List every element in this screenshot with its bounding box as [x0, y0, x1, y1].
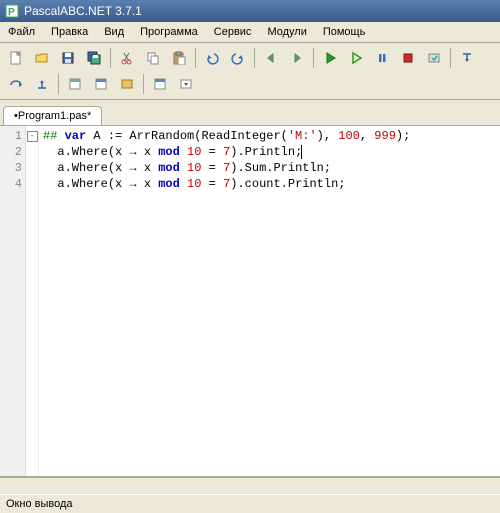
build-icon[interactable]: [115, 72, 139, 96]
save-all-icon[interactable]: [82, 46, 106, 70]
menu-bar: Файл Правка Вид Программа Сервис Модули …: [0, 22, 500, 43]
compile-icon[interactable]: [422, 46, 446, 70]
window2-icon[interactable]: [148, 72, 172, 96]
separator: [313, 48, 314, 68]
open-file-icon[interactable]: [30, 46, 54, 70]
line-gutter: 1 2 3 4: [0, 126, 26, 476]
separator: [143, 74, 144, 94]
separator: [450, 48, 451, 68]
step-into-icon[interactable]: [455, 46, 479, 70]
window-icon[interactable]: [89, 72, 113, 96]
copy-icon[interactable]: [141, 46, 165, 70]
horizontal-scrollbar[interactable]: [0, 477, 500, 494]
menu-edit[interactable]: Правка: [43, 23, 96, 41]
title-bar: P PascalABC.NET 3.7.1: [0, 0, 500, 22]
output-panel: Окно вывода M: 100 837 457 367 527 557 5…: [0, 494, 500, 513]
save-icon[interactable]: [56, 46, 80, 70]
fold-toggle-icon[interactable]: -: [27, 131, 38, 142]
code-line: a.Where(x → x mod 10 = 7).Println;: [43, 144, 496, 160]
output-header: Окно вывода: [0, 494, 500, 513]
menu-program[interactable]: Программа: [132, 23, 206, 41]
tab-bar: •Program1.pas*: [0, 100, 500, 126]
new-file-icon[interactable]: [4, 46, 28, 70]
menu-view[interactable]: Вид: [96, 23, 132, 41]
undo-icon[interactable]: [200, 46, 224, 70]
nav-forward-icon[interactable]: [285, 46, 309, 70]
document-tab[interactable]: •Program1.pas*: [3, 106, 102, 125]
step-out-icon[interactable]: [30, 72, 54, 96]
paste-icon[interactable]: [167, 46, 191, 70]
menu-help[interactable]: Помощь: [315, 23, 374, 41]
code-area[interactable]: ## var A := ArrRandom(ReadInteger('M:'),…: [39, 126, 500, 476]
nav-back-icon[interactable]: [259, 46, 283, 70]
line-number: 3: [0, 160, 22, 176]
app-icon: P: [4, 3, 20, 19]
code-line: a.Where(x → x mod 10 = 7).count.Println;: [43, 176, 496, 192]
dropdown-icon[interactable]: [174, 72, 198, 96]
run-no-debug-icon[interactable]: [344, 46, 368, 70]
redo-icon[interactable]: [226, 46, 250, 70]
cut-icon[interactable]: [115, 46, 139, 70]
line-number: 4: [0, 176, 22, 192]
line-number: 2: [0, 144, 22, 160]
separator: [58, 74, 59, 94]
svg-text:P: P: [8, 7, 15, 18]
run-icon[interactable]: [318, 46, 342, 70]
form-designer-icon[interactable]: [63, 72, 87, 96]
fold-column: -: [26, 126, 39, 476]
menu-modules[interactable]: Модули: [259, 23, 314, 41]
menu-service[interactable]: Сервис: [206, 23, 260, 41]
separator: [195, 48, 196, 68]
menu-file[interactable]: Файл: [0, 23, 43, 41]
line-number: 1: [0, 128, 22, 144]
toolbar: [0, 43, 500, 100]
separator: [110, 48, 111, 68]
step-over-icon[interactable]: [4, 72, 28, 96]
code-line: ## var A := ArrRandom(ReadInteger('M:'),…: [43, 128, 496, 144]
pause-icon[interactable]: [370, 46, 394, 70]
window-title: PascalABC.NET 3.7.1: [24, 4, 142, 18]
stop-icon[interactable]: [396, 46, 420, 70]
code-line: a.Where(x → x mod 10 = 7).Sum.Println;: [43, 160, 496, 176]
code-editor[interactable]: 1 2 3 4 - ## var A := ArrRandom(ReadInte…: [0, 126, 500, 477]
separator: [254, 48, 255, 68]
